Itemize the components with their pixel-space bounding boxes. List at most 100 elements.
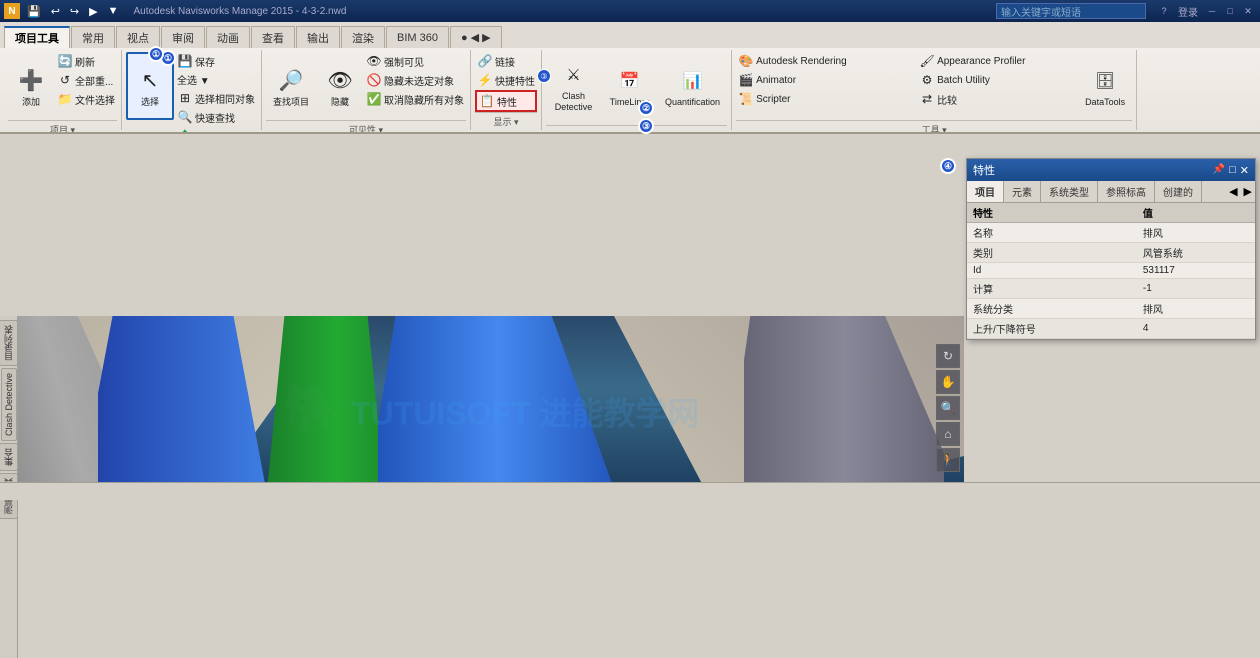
section-project: ➕ 添加 🔄 刷新 ↺ 全部重... 📁 文件选择 bbox=[4, 50, 122, 130]
close-btn[interactable]: ✕ bbox=[1240, 4, 1256, 18]
vp-rotate-btn[interactable]: ↻ bbox=[936, 344, 960, 368]
sidebar-item-catalog[interactable]: 目录列表 bbox=[0, 320, 18, 366]
props-title-bar: 特性 📌 □ ✕ bbox=[967, 159, 1255, 181]
props-close-btn[interactable]: ✕ bbox=[1240, 164, 1249, 177]
hide-unselected-btn[interactable]: 🚫 隐藏未选定对象 bbox=[364, 71, 466, 89]
compare-btn[interactable]: ⇄ 比较 bbox=[917, 90, 1077, 108]
restore-btn[interactable]: □ bbox=[1222, 4, 1238, 18]
quick-props-btn[interactable]: ⚡ 快捷特性 ③ bbox=[475, 71, 537, 89]
display-buttons: 🔗 链接 ⚡ 快捷特性 ③ 📋 特性 bbox=[475, 52, 537, 112]
animator-btn[interactable]: 🎬 Animator bbox=[736, 71, 916, 89]
tab-render[interactable]: 渲染 bbox=[341, 26, 385, 48]
add-button[interactable]: ➕ 添加 bbox=[8, 52, 54, 120]
vp-home-btn[interactable]: ⌂ bbox=[936, 422, 960, 446]
tab-extra[interactable]: ● ◀ ▶ bbox=[450, 26, 502, 48]
unhide-all-label: 取消隐藏所有对象 bbox=[384, 92, 464, 107]
props-tab-next[interactable]: ▶ bbox=[1241, 185, 1255, 198]
quick-search-icon: 🔍 bbox=[177, 109, 193, 125]
save-select-label: 保存 bbox=[195, 54, 215, 69]
section-project-title: 项目 ▾ bbox=[8, 120, 117, 132]
section-visibility: 🔎 查找项目 👁 隐藏 👁 强制可见 🚫 隐藏未选定对象 bbox=[262, 50, 471, 130]
select-tree-btn[interactable]: 🌲 选择树 bbox=[175, 127, 257, 132]
project-buttons: ➕ 添加 🔄 刷新 ↺ 全部重... 📁 文件选择 bbox=[8, 52, 117, 120]
minimize-btn[interactable]: ─ bbox=[1204, 4, 1220, 18]
props-float-btn[interactable]: □ bbox=[1229, 164, 1236, 177]
qat-redo[interactable]: ↪ bbox=[67, 4, 82, 19]
props-col-value: 值 bbox=[1137, 203, 1255, 223]
hide-btn[interactable]: 👁 隐藏 bbox=[317, 52, 363, 120]
quantification-btn[interactable]: 📊 Quantification bbox=[658, 52, 727, 120]
tab-review[interactable]: 审阅 bbox=[161, 26, 205, 48]
props-row-category: 类别 风管系统 bbox=[967, 243, 1255, 263]
unhide-icon: ✅ bbox=[366, 91, 382, 107]
select-same-btn[interactable]: ⊞ 选择相同对象 bbox=[175, 89, 257, 107]
link-btn[interactable]: 🔗 链接 bbox=[475, 52, 537, 70]
qat-play[interactable]: ▶ bbox=[86, 4, 100, 19]
find-items-btn[interactable]: 🔎 查找项目 bbox=[266, 52, 316, 120]
file-select-icon: 📁 bbox=[57, 91, 73, 107]
tab-output[interactable]: 输出 bbox=[296, 26, 340, 48]
sidebar-item-collection[interactable]: 集合 bbox=[0, 443, 18, 471]
select-tool-btn[interactable]: ↖ 选择 ① bbox=[126, 52, 174, 120]
tab-bim360[interactable]: BIM 360 bbox=[386, 26, 449, 48]
sign-in-btn[interactable]: 登录 bbox=[1178, 4, 1198, 19]
props-pin-btn[interactable]: 📌 bbox=[1213, 164, 1225, 177]
appearance-profiler-btn[interactable]: 🖌 Appearance Profiler bbox=[917, 52, 1077, 70]
tab-home[interactable]: 常用 bbox=[71, 26, 115, 48]
section-select: ↖ 选择 ① 💾 保存 全选 ▼ ⊞ 选择相同对象 bbox=[122, 50, 262, 130]
qat-dropdown[interactable]: ▼ bbox=[105, 4, 122, 18]
title-bar-left: N 💾 ↩ ↪ ▶ ▼ Autodesk Navisworks Manage 2… bbox=[4, 3, 346, 19]
search-box[interactable]: 输入关键字或短语 bbox=[996, 3, 1146, 19]
vp-zoom-btn[interactable]: 🔍 bbox=[936, 396, 960, 420]
viewport[interactable]: 🐘 TUTUISOFT 进能教学网 ↻ ✋ 🔍 ⌂ 🚶 bbox=[18, 316, 964, 500]
unhide-all-btn[interactable]: ✅ 取消隐藏所有对象 bbox=[364, 90, 466, 108]
props-row-id: Id 531117 bbox=[967, 263, 1255, 279]
reset-icon: ↺ bbox=[57, 72, 73, 88]
props-tab-element[interactable]: 元素 bbox=[1004, 181, 1041, 202]
save-selection-btn[interactable]: 💾 保存 bbox=[175, 52, 257, 70]
help-btn[interactable]: ? bbox=[1156, 4, 1172, 18]
ribbon-content: ➕ 添加 🔄 刷新 ↺ 全部重... 📁 文件选择 bbox=[0, 48, 1260, 132]
refresh-label: 刷新 bbox=[75, 54, 95, 69]
props-tab-created[interactable]: 创建的 bbox=[1155, 181, 1202, 202]
properties-panel: 特性 📌 □ ✕ 项目 元素 系统类型 参照标高 创建的 ◀ ▶ 特性 值 名称… bbox=[966, 158, 1256, 340]
tab-animation[interactable]: 动画 bbox=[206, 26, 250, 48]
clash-detective-icon: ⚔ bbox=[558, 59, 590, 91]
quick-props-label: 快捷特性 bbox=[495, 73, 535, 88]
scripter-btn[interactable]: 📜 Scripter bbox=[736, 90, 916, 108]
sidebar-item-clash[interactable]: Clash Detective bbox=[1, 368, 17, 441]
force-visible-btn[interactable]: 👁 强制可见 bbox=[364, 52, 466, 70]
quick-search-btn[interactable]: 🔍 快速查找 bbox=[175, 108, 257, 126]
props-tab-nav: ◀ ▶ bbox=[1226, 181, 1255, 202]
select-all-btn[interactable]: 全选 ▼ bbox=[175, 71, 257, 88]
qat-undo[interactable]: ↩ bbox=[48, 4, 63, 19]
annotation-1: ① bbox=[148, 46, 164, 62]
props-tab-prev[interactable]: ◀ bbox=[1226, 185, 1240, 198]
title-bar-controls: 输入关键字或短语 ? 登录 ─ □ ✕ bbox=[996, 3, 1256, 19]
autodesk-rendering-btn[interactable]: 🎨 Autodesk Rendering bbox=[736, 52, 916, 70]
reset-all-btn[interactable]: ↺ 全部重... bbox=[55, 71, 117, 89]
appearance-profiler-label: Appearance Profiler bbox=[937, 56, 1025, 67]
quick-search-label: 快速查找 bbox=[195, 110, 235, 125]
batch-icon: ⚙ bbox=[919, 72, 935, 88]
properties-btn[interactable]: 📋 特性 bbox=[475, 90, 537, 112]
props-tab-item[interactable]: 项目 bbox=[967, 181, 1004, 202]
props-tab-system-type[interactable]: 系统类型 bbox=[1041, 181, 1098, 202]
datatools-icon: 🗄 bbox=[1089, 65, 1121, 97]
props-tab-ref-level[interactable]: 参照标高 bbox=[1098, 181, 1155, 202]
props-cell-rise-key: 上升/下降符号 bbox=[967, 319, 1137, 339]
datatools-btn[interactable]: 🗄 DataTools bbox=[1078, 52, 1132, 120]
tab-view[interactable]: 查看 bbox=[251, 26, 295, 48]
clash-detective-btn[interactable]: ⚔ ClashDetective bbox=[546, 52, 601, 120]
tab-project-tools[interactable]: 项目工具 bbox=[4, 26, 70, 48]
vp-pan-btn[interactable]: ✋ bbox=[936, 370, 960, 394]
save-select-icon: 💾 bbox=[177, 53, 193, 69]
vp-walk-btn[interactable]: 🚶 bbox=[936, 448, 960, 472]
tab-viewpoint[interactable]: 视点 bbox=[116, 26, 160, 48]
batch-utility-btn[interactable]: ⚙ Batch Utility bbox=[917, 71, 1077, 89]
ribbon-tabs: 项目工具 常用 视点 审阅 动画 查看 输出 渲染 BIM 360 ● ◀ ▶ bbox=[0, 22, 1260, 48]
qat-save[interactable]: 💾 bbox=[24, 4, 44, 19]
refresh-btn[interactable]: 🔄 刷新 bbox=[55, 52, 117, 70]
cursor-icon: ↖ bbox=[134, 65, 166, 97]
file-select-btn[interactable]: 📁 文件选择 bbox=[55, 90, 117, 108]
